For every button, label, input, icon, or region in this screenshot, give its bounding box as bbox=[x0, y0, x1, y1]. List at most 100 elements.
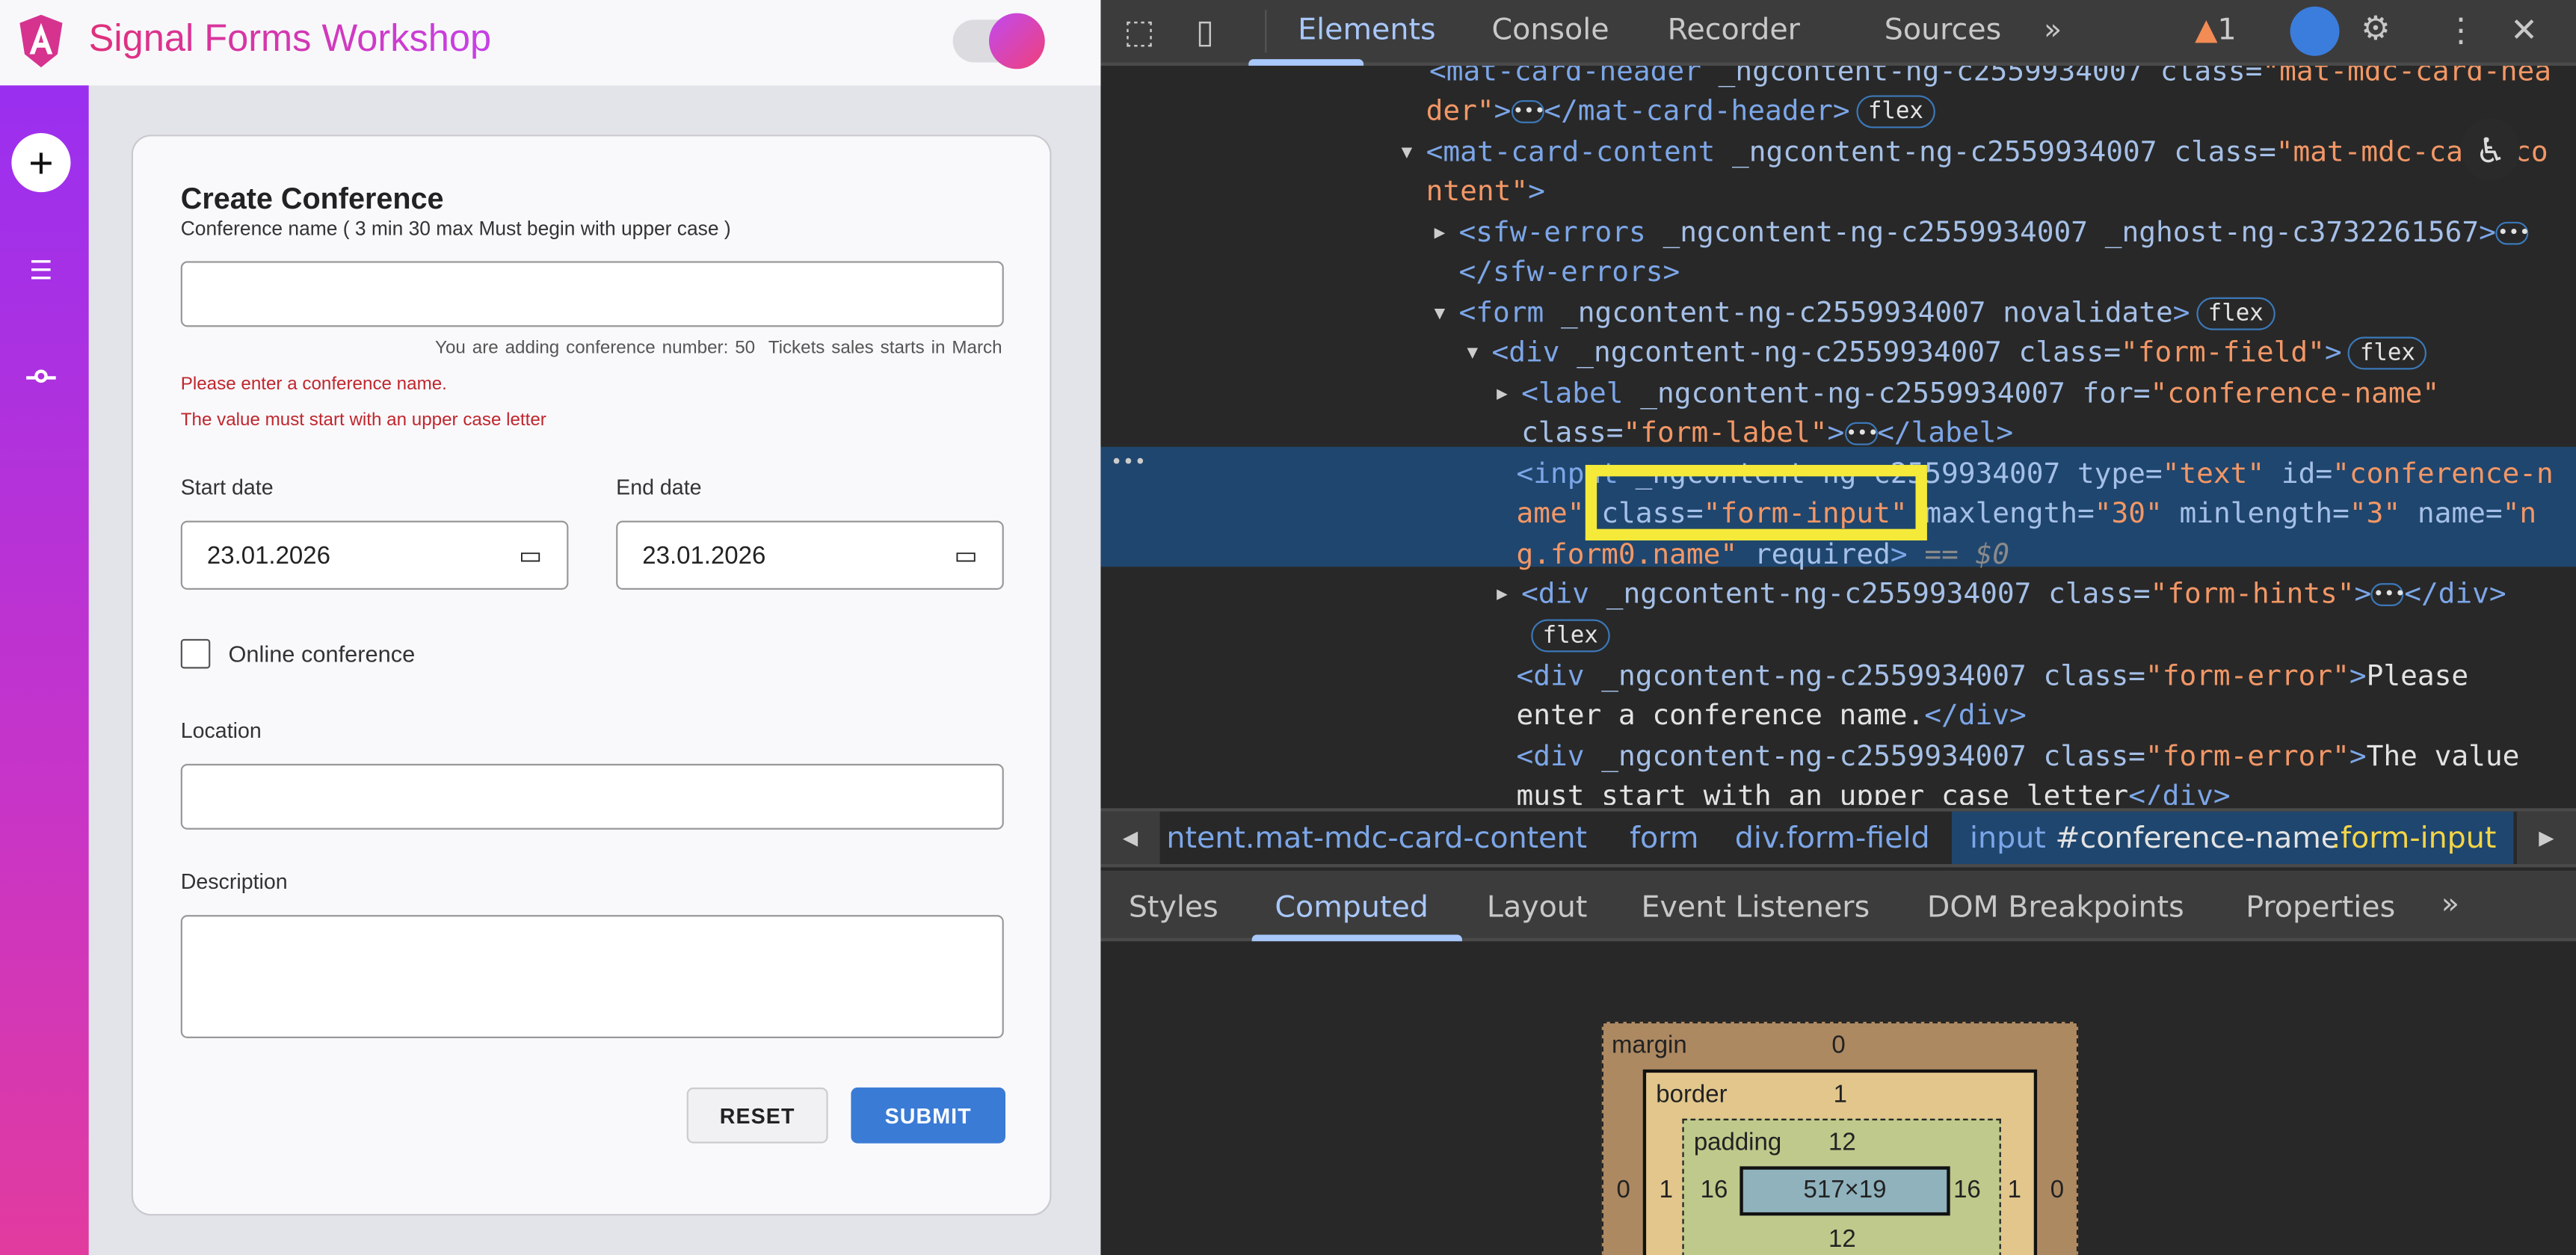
breadcrumb-scroll-right[interactable]: ▶ bbox=[2517, 812, 2576, 864]
dom-tree-line[interactable]: der">•••</mat-card-header>flex bbox=[1426, 92, 1935, 132]
more-tabs-icon[interactable]: » bbox=[2044, 13, 2062, 48]
node-actions-icon[interactable]: ••• bbox=[1111, 450, 1147, 473]
close-icon[interactable]: ✕ bbox=[2510, 10, 2538, 49]
expand-ellipsis-button[interactable]: ••• bbox=[1511, 100, 1544, 123]
code-token: > bbox=[2349, 660, 2367, 693]
inspect-element-icon[interactable]: ⬚ bbox=[1124, 11, 1155, 51]
submit-button[interactable]: SUBMIT bbox=[851, 1088, 1005, 1144]
code-token: <sfw-errors bbox=[1459, 217, 1663, 250]
dom-tree-line[interactable]: enter a conference name.</div> bbox=[1516, 697, 2026, 737]
reset-button[interactable]: RESET bbox=[687, 1088, 828, 1144]
accessibility-icon[interactable]: ♿ bbox=[2461, 118, 2520, 181]
breadcrumb-scroll-left[interactable]: ◀ bbox=[1100, 812, 1159, 864]
breadcrumb-selected[interactable]: input #conference-name .form-input bbox=[1952, 812, 2514, 864]
expand-arrow-icon[interactable]: ▶ bbox=[1497, 374, 1508, 415]
code-token: enter a conference name. bbox=[1516, 700, 1924, 733]
dom-tree-line[interactable]: ▼<mat-card-content _ngcontent-ng-c255993… bbox=[1426, 133, 2548, 173]
conference-list-button[interactable]: ☰ bbox=[11, 241, 70, 300]
description-textarea[interactable] bbox=[181, 915, 1004, 1038]
breadcrumb-item[interactable]: ntent.mat-mdc-card-content bbox=[1166, 821, 1587, 856]
padding-left: 16 bbox=[1701, 1177, 1728, 1204]
plus-icon: + bbox=[28, 138, 53, 188]
collapse-arrow-icon[interactable]: ▼ bbox=[1435, 294, 1446, 334]
expand-ellipsis-button[interactable]: ••• bbox=[1844, 422, 1877, 445]
breadcrumb-item[interactable]: div.form-field bbox=[1735, 821, 1930, 856]
tab-elements[interactable]: Elements bbox=[1298, 13, 1435, 48]
tab-recorder[interactable]: Recorder bbox=[1668, 13, 1800, 48]
expand-arrow-icon[interactable]: ▶ bbox=[1497, 575, 1508, 615]
code-token: "form-error" bbox=[2145, 741, 2349, 774]
flex-badge[interactable]: flex bbox=[1531, 620, 1609, 653]
add-conference-button[interactable]: + bbox=[11, 133, 70, 192]
conference-name-input[interactable] bbox=[181, 261, 1004, 327]
calendar-icon[interactable]: ▭ bbox=[519, 540, 542, 570]
tab-computed[interactable]: Computed bbox=[1275, 890, 1429, 925]
end-date-input[interactable]: 23.01.2026▭ bbox=[616, 521, 1004, 590]
sidebar-tabs: Styles Computed Layout Event Listeners D… bbox=[1100, 871, 2576, 942]
dom-tree-line[interactable]: ▶<sfw-errors _ngcontent-ng-c2559934007 _… bbox=[1459, 214, 2529, 254]
code-token: "form-hints" bbox=[2151, 579, 2355, 611]
more-options-icon[interactable]: ⋮ bbox=[2444, 10, 2477, 49]
settings-gear-icon[interactable]: ⚙ bbox=[2361, 8, 2390, 48]
dom-tree-line[interactable]: ntent"> bbox=[1426, 173, 1545, 213]
code-token: _ngcontent-ng-c2559934007 class= bbox=[1601, 741, 2145, 774]
dom-tree-line[interactable]: class="form-label">•••</label> bbox=[1521, 414, 2013, 454]
code-token: > bbox=[2354, 579, 2371, 611]
dom-tree-line[interactable]: must start with an upper case letter</di… bbox=[1516, 777, 2230, 805]
tab-sources[interactable]: Sources bbox=[1885, 13, 2001, 48]
dom-tree-line[interactable]: ▼<div _ngcontent-ng-c2559934007 class="f… bbox=[1492, 333, 2427, 374]
flex-badge[interactable]: flex bbox=[1856, 95, 1935, 128]
tab-event-listeners[interactable]: Event Listeners bbox=[1642, 890, 1870, 925]
border-top: 1 bbox=[1834, 1081, 1847, 1108]
commit-button[interactable] bbox=[11, 348, 70, 407]
devtools-toolbar: ⬚ ▯ Elements Console Recorder Sources » … bbox=[1100, 0, 2576, 66]
expand-ellipsis-button[interactable]: ••• bbox=[2496, 222, 2529, 245]
expand-arrow-icon[interactable]: ▶ bbox=[1435, 214, 1446, 254]
breadcrumb-tag: input bbox=[1970, 821, 2046, 856]
dom-tree-line[interactable]: </sfw-errors> bbox=[1459, 253, 1680, 293]
sidebar: + ☰ bbox=[0, 85, 89, 1255]
flex-badge[interactable]: flex bbox=[2196, 297, 2275, 330]
theme-toggle[interactable] bbox=[953, 19, 1038, 62]
dom-tree-line[interactable]: <div _ngcontent-ng-c2559934007 class="fo… bbox=[1516, 657, 2468, 697]
tab-layout[interactable]: Layout bbox=[1487, 890, 1588, 925]
expand-ellipsis-button[interactable]: ••• bbox=[2371, 583, 2404, 606]
calendar-icon[interactable]: ▭ bbox=[954, 540, 977, 570]
code-token: </div> bbox=[1924, 700, 2026, 733]
collapse-arrow-icon[interactable]: ▼ bbox=[1467, 333, 1479, 374]
code-token: > bbox=[1528, 176, 1545, 209]
code-token: <div bbox=[1516, 660, 1601, 693]
more-tabs-icon[interactable]: » bbox=[2441, 887, 2459, 922]
dom-tree-line[interactable]: g.form0.name" required> == $0 bbox=[1516, 535, 2009, 576]
code-token: required bbox=[1737, 539, 1891, 572]
collapse-arrow-icon[interactable]: ▼ bbox=[1402, 133, 1413, 173]
ai-assistance-icon[interactable] bbox=[2290, 7, 2340, 56]
tab-console[interactable]: Console bbox=[1492, 13, 1609, 48]
start-date-label: Start date bbox=[181, 475, 274, 499]
code-token: <label bbox=[1521, 377, 1640, 410]
start-date-input[interactable]: 23.01.2026▭ bbox=[181, 521, 569, 590]
code-token: minlength= bbox=[2163, 498, 2349, 531]
location-input[interactable] bbox=[181, 764, 1004, 830]
dom-tree-line[interactable]: ▼<form _ngcontent-ng-c2559934007 novalid… bbox=[1459, 294, 2275, 334]
device-toolbar-icon[interactable]: ▯ bbox=[1196, 11, 1214, 51]
dom-tree-line[interactable]: flex bbox=[1524, 616, 1609, 656]
tab-properties[interactable]: Properties bbox=[2246, 890, 2395, 925]
breadcrumb-item[interactable]: form bbox=[1630, 821, 1698, 856]
border-right: 1 bbox=[2008, 1177, 2021, 1204]
code-token: "form-error" bbox=[2145, 660, 2349, 693]
conference-name-label: Conference name ( 3 min 30 max Must begi… bbox=[181, 217, 731, 240]
location-label: Location bbox=[181, 718, 262, 742]
tab-dom-breakpoints[interactable]: DOM Breakpoints bbox=[1927, 890, 2184, 925]
code-token: "30" bbox=[2095, 498, 2163, 531]
online-conference-checkbox[interactable] bbox=[181, 639, 211, 669]
end-date-label: End date bbox=[616, 475, 701, 499]
warning-icon[interactable]: ▲1 bbox=[2195, 13, 2237, 48]
tab-styles[interactable]: Styles bbox=[1129, 890, 1218, 925]
online-conference-label[interactable]: Online conference bbox=[228, 641, 415, 667]
dom-tree-line[interactable]: <div _ngcontent-ng-c2559934007 class="fo… bbox=[1516, 738, 2519, 778]
dom-tree-line[interactable]: ▶<div _ngcontent-ng-c2559934007 class="f… bbox=[1521, 575, 2506, 615]
code-token: </label> bbox=[1877, 417, 2013, 450]
dom-tree-line[interactable]: ▶<label _ngcontent-ng-c2559934007 for="c… bbox=[1521, 374, 2439, 415]
flex-badge[interactable]: flex bbox=[2348, 337, 2426, 370]
